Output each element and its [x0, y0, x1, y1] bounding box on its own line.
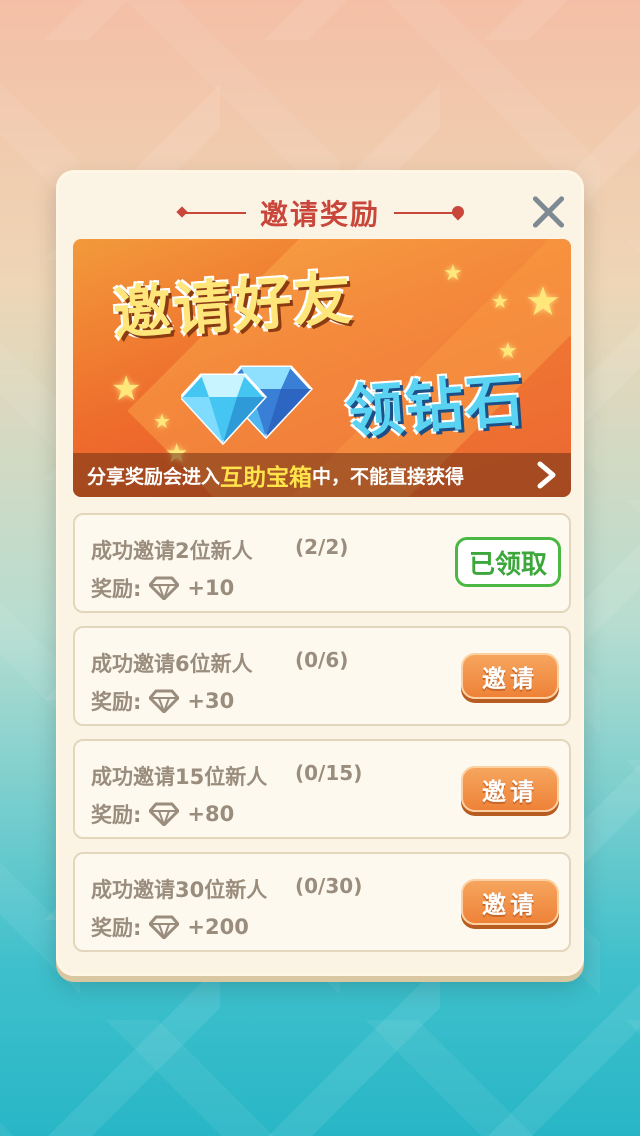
banner-subtitle: 领钻石	[343, 365, 528, 447]
invite-button[interactable]: 邀请	[461, 653, 559, 699]
reward-row: 奖励: +200	[91, 912, 249, 942]
invite-button[interactable]: 邀请	[461, 879, 559, 925]
title-ornament-left	[181, 212, 246, 214]
banner-note-prefix: 分享奖励会进入	[87, 465, 221, 488]
diamond-icon	[149, 689, 180, 713]
task-progress: (0/6)	[295, 648, 349, 672]
task-item: 成功邀请2位新人 (2/2) 奖励: +10 已领取	[73, 513, 571, 613]
task-list: 成功邀请2位新人 (2/2) 奖励: +10 已领取 成功邀请6位新人 (0/6…	[73, 513, 571, 965]
task-title: 成功邀请6位新人	[91, 652, 253, 676]
dialog-title: 邀请奖励	[259, 198, 380, 231]
star-icon: ★	[111, 369, 142, 409]
banner-note-suffix: 中，不能直接获得	[312, 465, 465, 488]
diamond-icon	[149, 576, 180, 600]
reward-label: 奖励:	[91, 803, 142, 827]
banner-note-highlight: 互助宝箱	[220, 465, 313, 491]
task-title: 成功邀请15位新人	[91, 765, 268, 789]
reward-label: 奖励:	[91, 916, 142, 940]
reward-label: 奖励:	[91, 690, 142, 714]
star-icon: ★	[443, 261, 463, 286]
star-icon: ★	[491, 289, 509, 313]
star-icon: ★	[153, 409, 171, 433]
dialog-header: 邀请奖励	[59, 191, 581, 235]
reward-value: +30	[187, 689, 235, 713]
task-item: 成功邀请30位新人 (0/30) 奖励: +200 邀请	[73, 852, 571, 952]
reward-value: +200	[187, 915, 249, 939]
task-item: 成功邀请6位新人 (0/6) 奖励: +30 邀请	[73, 626, 571, 726]
task-item: 成功邀请15位新人 (0/15) 奖励: +80 邀请	[73, 739, 571, 839]
close-icon[interactable]	[527, 191, 569, 233]
task-title: 成功邀请30位新人	[91, 878, 268, 902]
banner-title: 邀请好友	[111, 263, 356, 349]
task-progress: (0/15)	[295, 761, 363, 785]
diamond-icon	[149, 915, 180, 939]
invite-banner[interactable]: ★ ★ ★ ★ ★ ★ ★ 邀请好友 领钻石 分享奖励会进入 互助宝箱	[73, 239, 571, 497]
reward-label: 奖励:	[91, 577, 142, 601]
task-progress: (2/2)	[295, 535, 349, 559]
banner-note: 分享奖励会进入 互助宝箱 中，不能直接获得	[73, 453, 571, 497]
star-icon: ★	[525, 279, 561, 325]
reward-row: 奖励: +30	[91, 686, 234, 716]
task-progress: (0/30)	[295, 874, 363, 898]
claimed-badge: 已领取	[455, 537, 561, 587]
chevron-right-icon[interactable]	[535, 461, 559, 489]
task-title: 成功邀请2位新人	[91, 539, 253, 563]
diamond-icon	[149, 802, 180, 826]
reward-value: +80	[187, 802, 235, 826]
reward-value: +10	[187, 576, 235, 600]
invite-button[interactable]: 邀请	[461, 766, 559, 812]
invite-reward-dialog: 邀请奖励 ★ ★ ★ ★ ★ ★ ★ 邀请好友	[56, 170, 584, 976]
reward-row: 奖励: +80	[91, 799, 234, 829]
diamond-icon	[181, 365, 314, 446]
reward-row: 奖励: +10	[91, 573, 234, 603]
title-ornament-right	[394, 212, 458, 214]
